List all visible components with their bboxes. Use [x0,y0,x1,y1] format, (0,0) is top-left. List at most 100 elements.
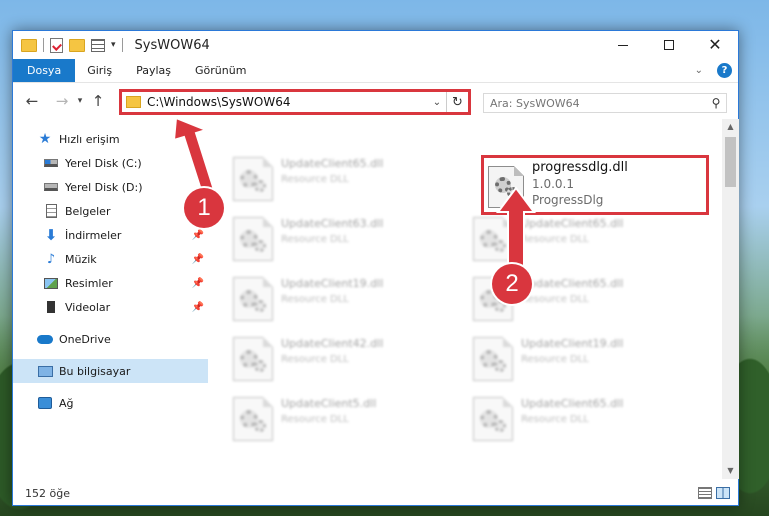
close-button[interactable]: ✕ [692,31,738,59]
maximize-button[interactable] [646,31,692,59]
sidebar-item-downloads[interactable]: ⬇ İndirmeler 📌 [13,223,208,247]
file-item[interactable]: UpdateClient19.dll Resource DLL [233,273,453,329]
file-name: UpdateClient19.dll [281,277,384,290]
sidebar-item-local-disk-d[interactable]: Yerel Disk (D:) [13,175,208,199]
sidebar-item-label: Müzik [65,252,97,266]
title-bar: ▾ SysWOW64 ✕ [13,31,738,59]
new-folder-icon[interactable] [69,38,85,52]
scroll-thumb[interactable] [725,137,736,187]
drive-icon [44,183,58,191]
search-box[interactable]: ⚲ [483,93,727,113]
file-name: UpdateClient65.dll [281,157,384,170]
address-path[interactable]: C:\Windows\SysWOW64 [147,95,428,109]
file-description: Resource DLL [521,414,589,425]
sidebar-item-label: Videolar [65,300,111,314]
sidebar-item-quick-access[interactable]: ★ Hızlı erişim [13,127,208,151]
file-item[interactable]: UpdateClient5.dll Resource DLL [233,393,453,449]
pin-icon[interactable]: 📌 [192,230,204,241]
view-toggles [698,487,738,499]
file-name: UpdateClient63.dll [281,217,384,230]
tiles-view-icon[interactable] [716,487,730,499]
dll-file-icon [233,157,273,201]
scroll-up-button[interactable]: ▲ [722,119,739,135]
minimize-button[interactable] [600,31,646,59]
refresh-button[interactable]: ↻ [446,92,468,112]
highlighted-file-item[interactable]: progressdlg.dll 1.0.0.1 ProgressDlg [481,155,709,215]
back-button[interactable]: ← [21,92,43,110]
ribbon-right: ⌄ ? [695,59,738,82]
file-description: Resource DLL [281,354,349,365]
file-name: UpdateClient65.dll [521,217,624,230]
file-item[interactable]: UpdateClient65.dll Resource DLL [473,393,693,449]
sidebar-item-this-pc[interactable]: Bu bilgisayar [13,359,208,383]
chevron-down-icon[interactable]: ⌄ [428,97,446,108]
sidebar-item-label: Hızlı erişim [59,132,120,146]
file-item[interactable]: UpdateClient63.dll Resource DLL [233,213,453,269]
file-name: UpdateClient42.dll [281,337,384,350]
dll-file-icon [473,217,513,261]
sidebar-item-documents[interactable]: Belgeler 📌 [13,199,208,223]
help-icon[interactable]: ? [717,63,732,78]
maximize-icon [664,40,674,50]
quick-access-toolbar: ▾ [13,37,123,53]
dll-file-icon [233,217,273,261]
sidebar-item-music[interactable]: ♪ Müzik 📌 [13,247,208,271]
details-view-icon[interactable] [698,487,712,499]
tab-view[interactable]: Görünüm [183,59,258,82]
file-description: Resource DLL [521,234,589,245]
sidebar-item-label: Yerel Disk (C:) [65,156,142,170]
search-icon[interactable]: ⚲ [706,96,726,110]
file-description: Resource DLL [281,234,349,245]
sidebar-item-network[interactable]: Ağ [13,391,208,415]
vertical-scrollbar[interactable]: ▲ ▼ [722,119,739,479]
up-button[interactable]: ↑ [87,92,109,110]
tab-home[interactable]: Giriş [75,59,124,82]
sidebar-item-videos[interactable]: Videolar 📌 [13,295,208,319]
file-item[interactable]: UpdateClient65.dll Resource DLL [473,213,693,269]
file-description: Resource DLL [521,354,589,365]
properties-icon[interactable] [50,37,63,53]
network-icon [38,397,52,409]
file-description: Resource DLL [281,294,349,305]
forward-button[interactable]: → [51,92,73,110]
expand-ribbon-icon[interactable]: ⌄ [695,65,703,76]
documents-icon [45,204,57,218]
file-item[interactable]: UpdateClient65.dll Resource DLL [233,153,453,209]
music-icon: ♪ [46,251,56,267]
dll-file-icon [233,337,273,381]
tab-file[interactable]: Dosya [13,59,76,82]
annotation-badge-2: 2 [492,264,532,304]
divider [121,38,123,52]
sidebar-item-label: Belgeler [65,204,111,218]
sidebar-item-onedrive[interactable]: OneDrive [13,327,208,351]
sidebar-item-label: OneDrive [59,332,111,346]
window-controls: ✕ [600,31,738,59]
file-item[interactable]: UpdateClient42.dll Resource DLL [233,333,453,389]
pin-icon[interactable]: 📌 [192,302,204,313]
scroll-down-button[interactable]: ▼ [722,463,739,479]
ribbon-tabs: Dosya Giriş Paylaş Görünüm ⌄ ? [13,59,738,83]
pin-icon[interactable]: 📌 [192,254,204,265]
sidebar-item-local-disk-c[interactable]: Yerel Disk (C:) [13,151,208,175]
address-bar[interactable]: C:\Windows\SysWOW64 ⌄ ↻ [119,89,471,115]
sidebar-item-label: Ağ [59,396,74,410]
pin-icon[interactable]: 📌 [192,278,204,289]
cloud-icon [37,334,53,344]
recent-locations-button[interactable]: ▾ [73,96,87,106]
file-item[interactable]: UpdateClient19.dll Resource DLL [473,333,693,389]
sidebar-item-pictures[interactable]: Resimler 📌 [13,271,208,295]
videos-icon [44,301,58,313]
folder-icon [126,96,141,108]
folder-icon [21,38,37,52]
file-name: UpdateClient65.dll [521,277,624,290]
chevron-down-icon[interactable]: ▾ [111,40,116,50]
minimize-icon [618,44,628,46]
file-name: UpdateClient19.dll [521,337,624,350]
close-icon: ✕ [708,35,722,54]
search-input[interactable] [490,96,706,110]
view-icon[interactable] [91,38,105,52]
file-description: ProgressDlg [532,193,604,207]
file-list: UpdateClient65.dll Resource DLL UpdateCli… [223,123,723,469]
tab-share[interactable]: Paylaş [124,59,183,82]
